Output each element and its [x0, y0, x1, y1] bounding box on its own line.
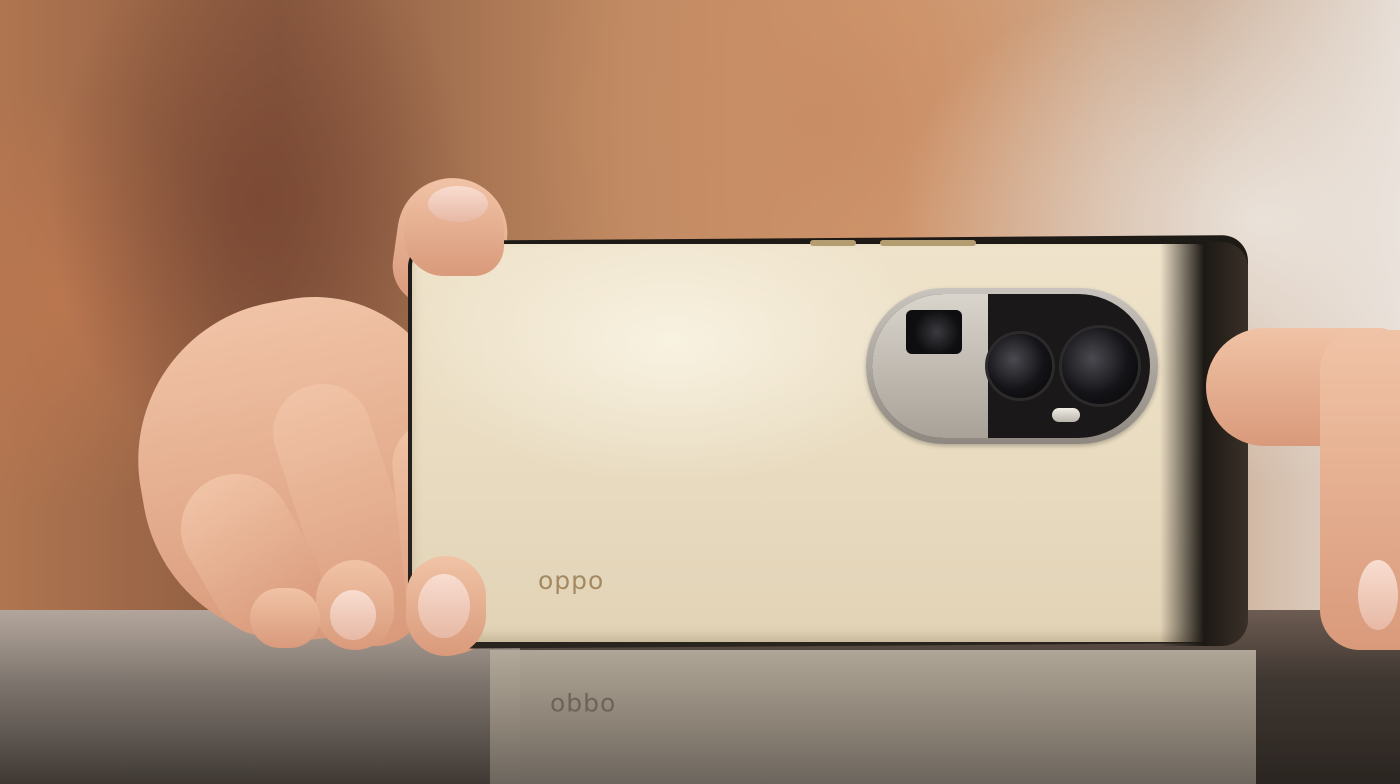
ultrawide-lens [1062, 328, 1138, 404]
middle-nail [418, 574, 470, 638]
index-nail [330, 590, 376, 640]
periscope-lens [906, 310, 962, 354]
right-thumb-nail [1358, 560, 1398, 630]
ring-fingertip [250, 588, 320, 648]
thumb-nail [428, 186, 488, 222]
phone-volume-button [810, 240, 856, 246]
camera-plate [872, 294, 988, 438]
photo-scene: oppo oppo [0, 0, 1400, 784]
phone-power-button [880, 240, 976, 246]
reflection-logo: oppo [550, 692, 617, 721]
main-lens [988, 334, 1052, 398]
phone-side-edge [1160, 242, 1248, 646]
flash-icon [1052, 408, 1080, 422]
brand-logo: oppo [538, 566, 605, 595]
camera-module [872, 294, 1150, 438]
